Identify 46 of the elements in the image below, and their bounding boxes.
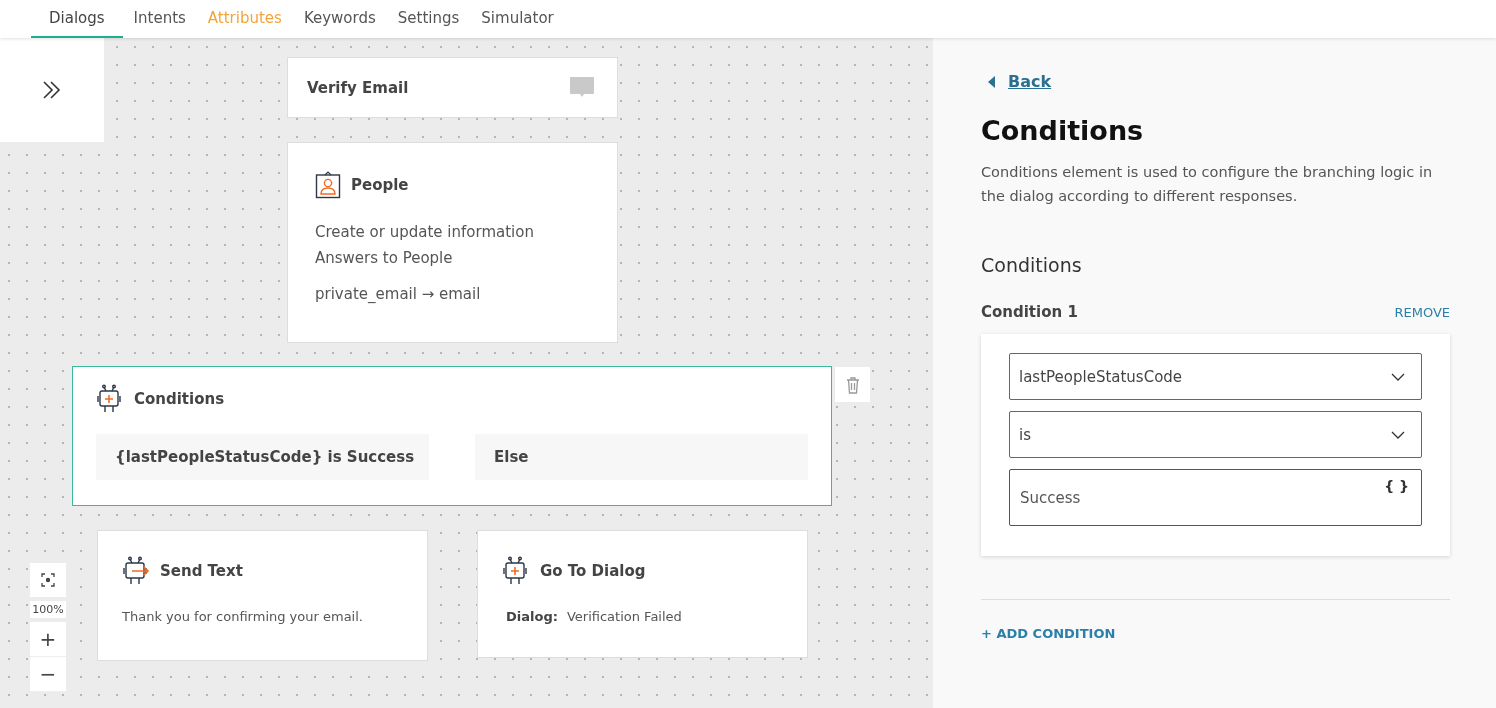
dropdown[interactable]: lastPeopleStatusCode xyxy=(1009,353,1422,400)
condition-label: Condition 1 xyxy=(981,303,1078,321)
flow-node[interactable]: People Create or update information Answers to People private_email → email xyxy=(287,142,618,343)
panel-title: Conditions xyxy=(981,115,1145,146)
node-title: Go To Dialog xyxy=(540,562,646,580)
tab[interactable]: Simulator xyxy=(470,0,565,38)
flow-node[interactable]: Send Text Thank you for confirming your email. xyxy=(97,530,428,661)
flow-node[interactable]: Go To Dialog Dialog: Verification Failed xyxy=(477,530,808,658)
back-link[interactable]: Back xyxy=(981,72,1450,91)
chevron-down-icon xyxy=(1391,372,1405,381)
add-condition-button[interactable]: + ADD CONDITION xyxy=(981,626,1450,641)
node-title: Conditions xyxy=(134,390,225,408)
robot-icon xyxy=(122,556,150,586)
variable-button[interactable]: { } xyxy=(1384,478,1409,494)
node-title: People xyxy=(351,176,409,194)
robot-icon xyxy=(96,384,124,414)
dropdown[interactable]: is xyxy=(1009,411,1422,458)
field-value: Verification Failed xyxy=(566,609,682,624)
branch-cell[interactable]: Else xyxy=(475,434,808,480)
remove-button[interactable]: REMOVE xyxy=(1394,304,1450,320)
caret-left-icon xyxy=(988,75,996,88)
value-field[interactable]: Success { } xyxy=(1009,469,1422,526)
panel-description: Conditions element is used to configure the branching logic in the dialog according to different responses. xyxy=(981,163,1434,206)
zoom-level: 100% xyxy=(30,601,66,618)
tab[interactable]: Intents xyxy=(122,0,197,38)
node-text: Thank you for confirming your email. xyxy=(122,609,364,624)
branch-cell[interactable]: {lastPeopleStatusCode} is Success xyxy=(96,434,429,480)
sidebar-toggle-button[interactable] xyxy=(0,38,104,142)
attribute-mapping: private_email → email xyxy=(315,285,482,303)
fit-view-button[interactable] xyxy=(30,563,66,597)
node-title: Verify Email xyxy=(307,78,410,97)
robot-icon xyxy=(502,556,530,586)
tab[interactable]: Keywords xyxy=(292,0,387,38)
trash-icon xyxy=(845,375,860,394)
start-node[interactable]: Verify Email xyxy=(287,57,618,118)
chevron-down-icon xyxy=(1391,430,1405,439)
section-heading: Conditions xyxy=(981,254,1083,276)
person-badge-icon xyxy=(315,171,341,199)
node-text: Create or update information xyxy=(315,222,535,243)
node-text: Answers to People xyxy=(315,248,454,269)
focus-icon xyxy=(41,573,55,587)
node-title: Send Text xyxy=(160,562,243,580)
flow-node[interactable]: Conditions {lastPeopleStatusCode} is Success Else xyxy=(72,366,832,506)
field-label: Dialog: xyxy=(506,609,558,624)
delete-button[interactable] xyxy=(835,367,870,402)
tab[interactable]: Settings xyxy=(386,0,471,38)
